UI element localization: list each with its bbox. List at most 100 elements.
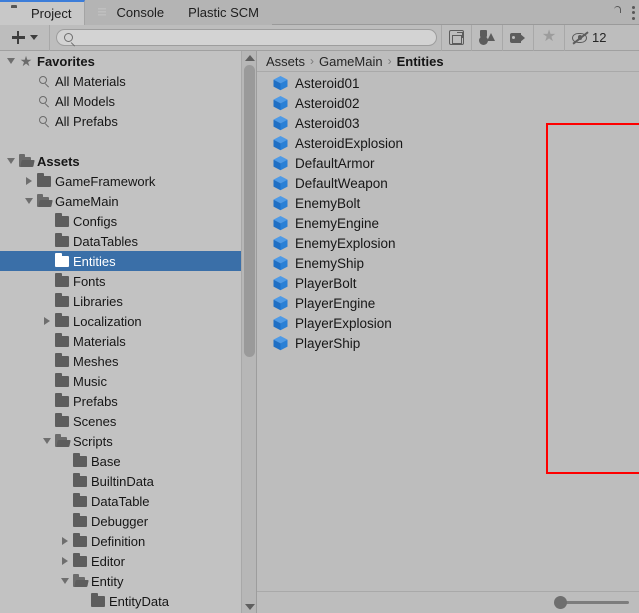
- tree-item-localization[interactable]: Localization: [0, 311, 256, 331]
- scroll-up-arrow-icon[interactable]: [242, 51, 256, 64]
- tree-item-debugger[interactable]: Debugger: [0, 511, 256, 531]
- asset-label: AsteroidExplosion: [295, 135, 404, 151]
- breadcrumb-separator: ›: [310, 54, 315, 68]
- chevron-down-icon[interactable]: [4, 51, 17, 71]
- breadcrumb-item-entities[interactable]: Entities: [397, 54, 444, 69]
- asset-row[interactable]: EnemyBolt: [257, 193, 639, 213]
- chevron-right-icon[interactable]: [40, 311, 53, 331]
- chevron-down-icon[interactable]: [40, 431, 53, 451]
- asset-row[interactable]: DefaultWeapon: [257, 173, 639, 193]
- tree-item-meshes[interactable]: Meshes: [0, 351, 256, 371]
- tree-item-scenes[interactable]: Scenes: [0, 411, 256, 431]
- chevron-down-icon[interactable]: [4, 151, 17, 171]
- project-toolbar: ★ 12: [0, 24, 639, 51]
- tree-item-entitydata[interactable]: EntityData: [0, 591, 256, 611]
- tree-item-favorites[interactable]: ★ Favorites: [0, 51, 256, 71]
- tree-item-fonts[interactable]: Fonts: [0, 271, 256, 291]
- tree-item-assets[interactable]: Assets: [0, 151, 256, 171]
- asset-label: Asteroid02: [295, 95, 360, 111]
- tree-item-libraries[interactable]: Libraries: [0, 291, 256, 311]
- asset-label: DefaultWeapon: [295, 175, 388, 191]
- tree-item-label: Scenes: [73, 413, 117, 429]
- tree-item-datatables[interactable]: DataTables: [0, 231, 256, 251]
- tree-item-all models[interactable]: All Models: [0, 91, 256, 111]
- chevron-down-icon[interactable]: [22, 191, 35, 211]
- tab-console[interactable]: Console: [85, 0, 178, 25]
- chevron-right-icon[interactable]: [58, 531, 71, 551]
- tree-item-definition[interactable]: Definition: [0, 531, 256, 551]
- hidden-assets-indicator[interactable]: 12: [564, 24, 613, 51]
- icon-size-slider[interactable]: [554, 595, 629, 611]
- tree-item-materials[interactable]: Materials: [0, 331, 256, 351]
- tree-item-base[interactable]: Base: [0, 451, 256, 471]
- tree-item-label: BuiltinData: [91, 473, 154, 489]
- tree-item-builtindata[interactable]: BuiltinData: [0, 471, 256, 491]
- folder-icon: [71, 511, 89, 531]
- asset-row[interactable]: PlayerExplosion: [257, 313, 639, 333]
- asset-label: Asteroid03: [295, 115, 360, 131]
- chevron-down-icon[interactable]: [58, 571, 71, 591]
- prefab-cube-icon: [272, 235, 289, 251]
- search-field[interactable]: [56, 29, 437, 46]
- search-in-packages-toggle[interactable]: [441, 24, 471, 51]
- slider-knob[interactable]: [554, 596, 567, 609]
- asset-row[interactable]: EnemyEngine: [257, 213, 639, 233]
- folder-icon: [53, 371, 71, 391]
- tree-item-label: Entity: [91, 573, 124, 589]
- tree-item-editor[interactable]: Editor: [0, 551, 256, 571]
- tree-item-gameframework[interactable]: GameFramework: [0, 171, 256, 191]
- eye-slash-icon: [572, 30, 589, 44]
- folder-icon: [53, 311, 71, 331]
- tree-item-entity[interactable]: Entity: [0, 571, 256, 591]
- asset-row[interactable]: Asteroid02: [257, 93, 639, 113]
- asset-row[interactable]: PlayerEngine: [257, 293, 639, 313]
- tree-vertical-scrollbar[interactable]: [241, 51, 256, 613]
- asset-row[interactable]: EnemyExplosion: [257, 233, 639, 253]
- tree-item-prefabs[interactable]: Prefabs: [0, 391, 256, 411]
- asset-row[interactable]: Asteroid03: [257, 113, 639, 133]
- prefab-cube-icon: [272, 335, 289, 351]
- star-icon: ★: [541, 28, 557, 45]
- tree-item-configs[interactable]: Configs: [0, 211, 256, 231]
- tree-item-music[interactable]: Music: [0, 371, 256, 391]
- chevron-right-icon[interactable]: [22, 171, 35, 191]
- breadcrumb-item-gamemain[interactable]: GameMain: [319, 54, 383, 69]
- asset-row[interactable]: DefaultArmor: [257, 153, 639, 173]
- prefab-cube-icon: [272, 195, 289, 211]
- tree-item-datatable[interactable]: DataTable: [0, 491, 256, 511]
- tree-item-label: Editor: [91, 553, 125, 569]
- asset-row[interactable]: PlayerShip: [257, 333, 639, 353]
- folder-icon: [35, 171, 53, 191]
- create-asset-button[interactable]: [0, 24, 50, 51]
- prefab-cube-icon: [272, 295, 289, 311]
- filter-by-type-button[interactable]: [471, 24, 502, 51]
- tree-item-gamemain[interactable]: GameMain: [0, 191, 256, 211]
- lock-icon[interactable]: [611, 6, 622, 64]
- tab-project-label: Project: [31, 6, 72, 21]
- scroll-down-arrow-icon[interactable]: [242, 600, 256, 613]
- search-input[interactable]: [78, 30, 430, 45]
- folder-icon: [11, 7, 25, 20]
- filter-favorites-button[interactable]: ★: [533, 24, 564, 51]
- tree-item-all prefabs[interactable]: All Prefabs: [0, 111, 256, 131]
- prefab-cube-icon: [272, 215, 289, 231]
- tree-item-entities[interactable]: Entities: [0, 251, 256, 271]
- tab-project[interactable]: Project: [0, 0, 86, 25]
- scrollbar-thumb[interactable]: [244, 65, 255, 357]
- asset-label: Asteroid01: [295, 75, 360, 91]
- asset-row[interactable]: PlayerBolt: [257, 273, 639, 293]
- filter-by-label-button[interactable]: [502, 24, 533, 51]
- asset-row[interactable]: Asteroid01: [257, 73, 639, 93]
- kebab-menu-icon[interactable]: [631, 5, 635, 20]
- tab-plastic-scm[interactable]: Plastic SCM: [177, 0, 272, 25]
- asset-row[interactable]: EnemyShip: [257, 253, 639, 273]
- tree-item-all materials[interactable]: All Materials: [0, 71, 256, 91]
- tree-item-scripts[interactable]: Scripts: [0, 431, 256, 451]
- asset-row[interactable]: AsteroidExplosion: [257, 133, 639, 153]
- breadcrumb-item-assets[interactable]: Assets: [266, 54, 305, 69]
- chevron-right-icon[interactable]: [58, 551, 71, 571]
